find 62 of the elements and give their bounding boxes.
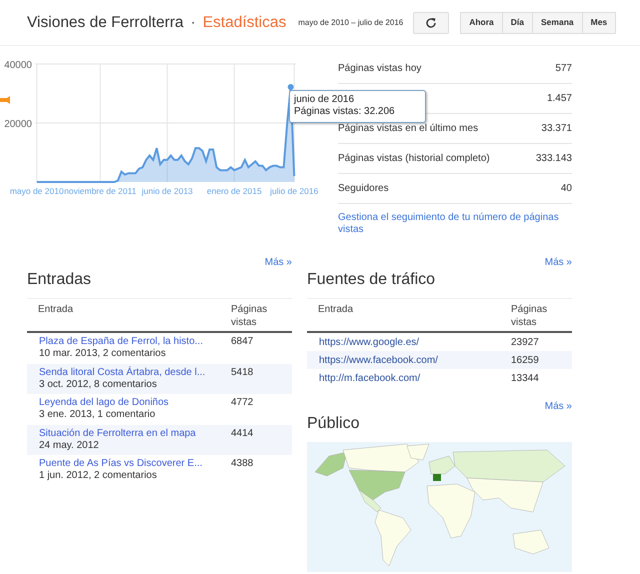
- refresh-button[interactable]: [413, 12, 450, 34]
- source-link[interactable]: https://www.facebook.com/: [307, 352, 511, 368]
- column-header: Páginas vistas: [511, 303, 548, 329]
- more-link[interactable]: Más »: [544, 399, 572, 414]
- stat-value: 333.143: [536, 152, 572, 166]
- views-cell-text: 6847: [231, 336, 254, 349]
- post-link[interactable]: Situación de Ferrolterra en el mapa: [39, 428, 231, 440]
- section-title: Entradas: [27, 270, 92, 290]
- column-header: Entrada: [37, 303, 74, 317]
- source-link[interactable]: http://m.facebook.com/: [307, 370, 511, 386]
- views-cell-text: 4414: [231, 428, 254, 440]
- y-tick-label: 40000: [4, 60, 32, 71]
- stat-value: 33.371: [541, 122, 572, 136]
- stat-value: 1.457: [546, 92, 572, 106]
- x-tick-label: junio de 2013: [142, 186, 193, 196]
- refresh-icon: [425, 16, 438, 28]
- page-title: Estadísticas: [202, 12, 286, 33]
- period-tab[interactable]: Semana: [532, 12, 583, 34]
- views-cell-text: 4772: [231, 397, 254, 410]
- x-tick-label: julio de 2016: [270, 186, 318, 196]
- stat-value: 577: [555, 62, 572, 76]
- x-tick-label: enero de 2015: [206, 186, 262, 196]
- column-header: Páginas vistas: [231, 303, 268, 329]
- stat-label: Seguidores: [338, 182, 389, 196]
- post-meta: 10 mar. 2013, 2 comentarios: [39, 348, 167, 360]
- views-cell-text: 13344: [511, 372, 539, 386]
- y-tick-label: 20000: [4, 119, 32, 130]
- post-meta: 1 jun. 2012, 2 comentarios: [39, 470, 158, 482]
- views-cell-text: 23927: [511, 336, 539, 350]
- views-cell-text: 5418: [231, 366, 254, 380]
- period-tab[interactable]: Ahora: [460, 12, 503, 34]
- title-separator: ·: [190, 12, 196, 33]
- post-link[interactable]: Puente de As Pías vs Discoverer E...: [39, 458, 231, 470]
- tab-marker-icon: [0, 96, 10, 104]
- stat-label: Páginas vistas hoy: [338, 62, 422, 76]
- section-title: Fuentes de tráfico: [307, 270, 436, 290]
- hover-marker: [288, 84, 294, 90]
- post-link[interactable]: Plaza de España de Ferrol, la histo...: [39, 336, 231, 348]
- blog-title: Visiones de Ferrolterra: [27, 12, 184, 33]
- post-link[interactable]: Senda litoral Costa Ártabra, desde l...: [39, 366, 231, 378]
- stat-value: 40: [560, 182, 572, 196]
- post-meta: 3 ene. 2013, 1 comentario: [39, 409, 156, 421]
- more-link[interactable]: Más »: [544, 255, 572, 270]
- period-tab[interactable]: Mes: [582, 12, 616, 34]
- stat-label: Páginas vistas (historial completo): [338, 152, 490, 166]
- views-cell-text: 16259: [511, 354, 539, 368]
- post-link[interactable]: Leyenda del lago de Doniños: [39, 397, 231, 409]
- views-cell-text: 4388: [231, 458, 254, 471]
- date-range: mayo de 2010 – julio de 2016: [298, 16, 404, 28]
- x-tick-label: noviembre de 2011: [64, 186, 136, 196]
- tooltip-date: junio de 2016: [294, 94, 356, 106]
- stat-label: Páginas vistas en el último mes: [338, 122, 478, 136]
- source-link[interactable]: https://www.google.es/: [307, 334, 511, 350]
- x-tick-label: mayo de 2010: [10, 186, 64, 196]
- section-title: Público: [307, 414, 360, 434]
- period-tab[interactable]: Día: [502, 12, 534, 34]
- tooltip-value: Páginas vistas: 32.206: [294, 106, 396, 118]
- page-views-link[interactable]: Gestiona el seguimiento de tu número de páginas vistas: [338, 212, 572, 236]
- more-link[interactable]: Más »: [264, 255, 292, 270]
- post-meta: 24 may. 2012: [39, 440, 100, 452]
- post-meta: 3 oct. 2012, 8 comentarios: [39, 378, 158, 390]
- column-header: Entrada: [317, 303, 354, 317]
